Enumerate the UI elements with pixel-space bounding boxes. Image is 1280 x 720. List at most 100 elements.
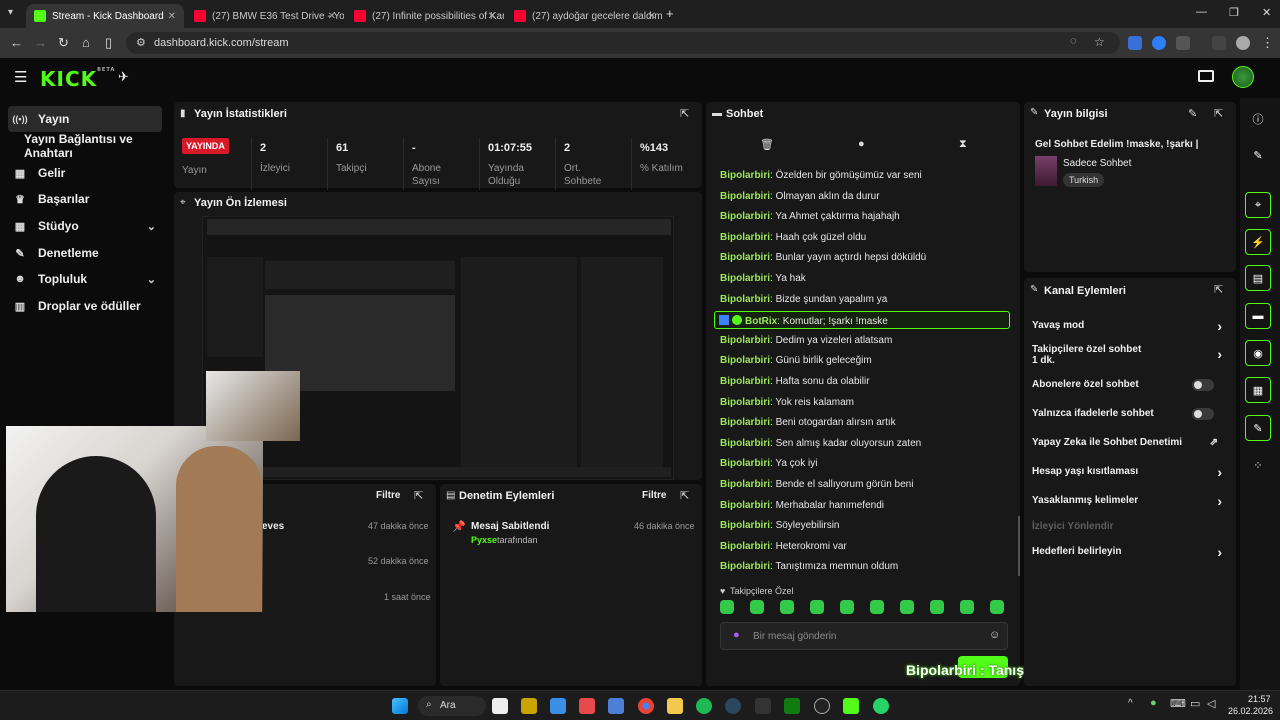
chat-username[interactable]: Bipolarbiri <box>720 273 770 284</box>
steam-icon[interactable] <box>725 698 741 714</box>
expand-icon[interactable]: ⇱ <box>1214 283 1223 296</box>
translate-extension-icon[interactable] <box>1128 36 1142 50</box>
clock-time[interactable]: 21:57 <box>1248 694 1271 704</box>
file-explorer-icon[interactable] <box>667 698 683 714</box>
action-subscribers-only[interactable]: Abonelere özel sohbet <box>1032 379 1228 391</box>
broadcast-rail-icon[interactable]: ◉ <box>1245 340 1271 366</box>
forward-icon[interactable]: → <box>34 35 47 50</box>
expand-icon[interactable]: ⇱ <box>680 107 689 120</box>
emote-icon[interactable] <box>870 600 884 614</box>
minimize-icon[interactable]: — <box>1196 6 1207 18</box>
bookmark-star-icon[interactable]: ☆ <box>1094 35 1105 49</box>
chat-username[interactable]: Bipolarbiri <box>720 294 770 305</box>
terminal-icon[interactable] <box>755 698 771 714</box>
clock-date[interactable]: 26.02.2026 <box>1228 706 1273 716</box>
app-icon[interactable] <box>608 698 624 714</box>
lightning-icon[interactable]: ⚡ <box>1245 229 1271 255</box>
sidebar-item-studyo[interactable]: ▦ Stüdyo ⌄ <box>8 213 162 239</box>
sidebar-item-droplar[interactable]: ▥ Droplar ve ödüller <box>8 293 162 319</box>
taskbar-search[interactable]: ⌕ Ara <box>418 696 486 716</box>
action-account-age[interactable]: Hesap yaşı kısıtlaması › <box>1032 464 1228 480</box>
volume-icon[interactable]: ◁ <box>1207 697 1215 710</box>
obs-icon[interactable] <box>814 698 830 714</box>
action-ai-moderation[interactable]: Yapay Zeka ile Sohbet Denetimi ⇗ <box>1032 437 1228 448</box>
chat-username[interactable]: Bipolarbiri <box>720 191 770 202</box>
edit-icon[interactable]: ✎ <box>1188 107 1197 120</box>
emote-icon[interactable] <box>750 600 764 614</box>
chat-username[interactable]: Bipolarbiri <box>720 397 770 408</box>
emote-icon[interactable] <box>900 600 914 614</box>
chat-rail-icon[interactable]: ▬ <box>1245 303 1271 329</box>
chat-username[interactable]: Bipolarbiri <box>720 561 770 572</box>
action-banned-words[interactable]: Yasaklanmış kelimeler › <box>1032 493 1228 509</box>
back-icon[interactable]: ← <box>10 35 23 50</box>
emote-icon[interactable] <box>720 600 734 614</box>
filter-button[interactable]: Filtre <box>642 490 666 501</box>
chat-username[interactable]: Bipolarbiri <box>720 520 770 531</box>
tab-kick-dashboard[interactable]: Stream - Kick Dashboard ✕ <box>26 4 184 28</box>
app-icon[interactable] <box>521 698 537 714</box>
pencil-icon[interactable]: ✎ <box>1245 142 1271 168</box>
close-icon[interactable]: ✕ <box>488 11 496 22</box>
layout-icon[interactable]: ▦ <box>1245 377 1271 403</box>
expand-icon[interactable]: ⇱ <box>680 489 689 502</box>
vpn-extension-icon[interactable] <box>1152 36 1166 50</box>
close-icon[interactable]: ✕ <box>328 11 336 22</box>
emote-only-toggle[interactable] <box>1192 408 1214 420</box>
tag-chip[interactable]: Turkish <box>1063 173 1105 187</box>
kick-app-icon[interactable] <box>843 698 859 714</box>
category-name[interactable]: Sadece Sohbet <box>1063 158 1131 169</box>
chat-username[interactable]: Bipolarbiri <box>720 500 770 511</box>
action-followers-only[interactable]: Takipçilere özel sohbet 1 dk. › <box>1032 344 1228 366</box>
tab-search-icon[interactable]: ▾ <box>8 7 13 18</box>
emote-icon[interactable] <box>840 600 854 614</box>
chat-username[interactable]: Bipolarbiri <box>720 252 770 263</box>
chat-username[interactable]: Bipolarbiri <box>720 479 770 490</box>
close-icon[interactable]: ✕ <box>648 11 656 22</box>
hamburger-menu-icon[interactable]: ☰ <box>14 68 27 86</box>
chat-username[interactable]: Bipolarbiri <box>720 376 770 387</box>
wrench-rail-icon[interactable]: ✎ <box>1245 415 1271 441</box>
chevron-up-icon[interactable]: ^ <box>1128 698 1133 709</box>
emote-icon[interactable] <box>810 600 824 614</box>
chat-username[interactable]: Bipolarbiri <box>720 211 770 222</box>
chat-input[interactable]: ● Bir mesaj gönderin ☺ <box>720 622 1008 650</box>
split-view-icon[interactable]: ▯ <box>105 35 112 51</box>
camera-icon[interactable]: ⌖ <box>1245 192 1271 218</box>
store-icon[interactable] <box>550 698 566 714</box>
document-icon[interactable]: ▤ <box>1245 265 1271 291</box>
chrome-icon[interactable] <box>638 698 654 714</box>
user-avatar[interactable] <box>1232 66 1254 88</box>
browser-menu-icon[interactable]: ⋮ <box>1261 35 1274 51</box>
site-info-icon[interactable]: ⚙ <box>136 36 146 49</box>
tools-icon[interactable]: ✈ <box>118 69 129 85</box>
sidebar-item-gelir[interactable]: ▦ Gelir <box>8 160 162 186</box>
task-view-icon[interactable] <box>492 698 508 714</box>
live-screen-icon[interactable] <box>1198 70 1214 82</box>
restore-icon[interactable]: ❐ <box>1229 6 1239 19</box>
sidebar-item-basarilar[interactable]: ♛ Başarılar <box>8 186 162 212</box>
kick-logo[interactable]: KICKBETA <box>40 67 115 91</box>
chat-username[interactable]: Bipolarbiri <box>720 232 770 243</box>
tab-youtube-2[interactable]: (27) Infinite possibilities of Kar ✕ <box>346 4 504 28</box>
subscribers-only-toggle[interactable] <box>1192 379 1214 391</box>
xbox-icon[interactable] <box>784 698 800 714</box>
mic-icon[interactable]: ● <box>733 629 740 641</box>
action-emote-only[interactable]: Yalnızca ifadelerle sohbet <box>1032 408 1228 420</box>
tab-youtube-3[interactable]: (27) aydoğar gecelere daldım d ✕ <box>506 4 664 28</box>
sidebar-item-topluluk[interactable]: ☻ Topluluk ⌄ <box>8 266 162 292</box>
info-icon[interactable]: ⓘ <box>1245 106 1271 132</box>
filter-button[interactable]: Filtre <box>376 490 400 501</box>
emote-icon[interactable] <box>960 600 974 614</box>
sidebar-item-denetleme[interactable]: ✎ Denetleme <box>8 240 162 266</box>
chat-username[interactable]: Bipolarbiri <box>720 355 770 366</box>
sidebar-item-stream-key[interactable]: Yayın Bağlantısı ve Anahtarı <box>20 132 174 160</box>
home-icon[interactable]: ⌂ <box>82 35 90 50</box>
spotify-icon[interactable] <box>696 698 712 714</box>
action-goals[interactable]: Hedefleri belirleyin › <box>1032 544 1228 560</box>
chat-username[interactable]: Bipolarbiri <box>720 458 770 469</box>
chat-scrollbar[interactable] <box>1018 516 1020 576</box>
chat-username[interactable]: Bipolarbiri <box>720 541 770 552</box>
close-icon[interactable]: ✕ <box>168 11 176 22</box>
chat-username[interactable]: Bipolarbiri <box>720 438 770 449</box>
